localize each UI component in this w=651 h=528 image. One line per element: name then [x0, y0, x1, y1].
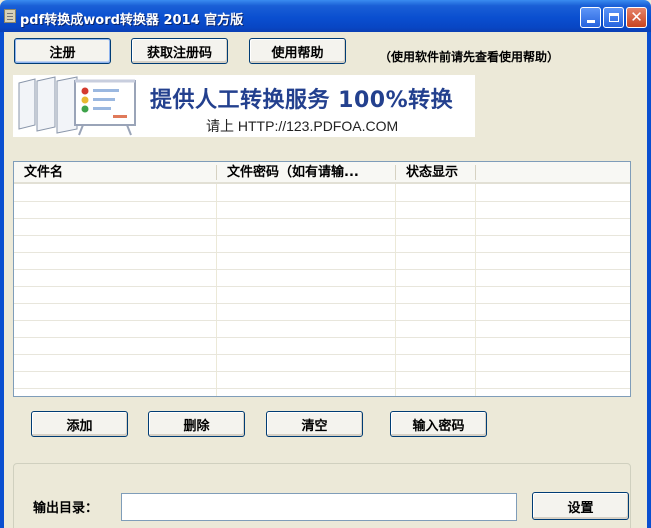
settings-button-label: 设置	[567, 500, 594, 516]
empty-row-line	[14, 201, 630, 202]
empty-row-line	[14, 286, 630, 287]
column-header-filename[interactable]: 文件名	[14, 162, 216, 182]
empty-row-line	[14, 235, 630, 236]
close-icon: ✕	[630, 8, 643, 26]
add-file-button[interactable]: 添加	[31, 411, 128, 437]
output-directory-input[interactable]	[121, 493, 517, 521]
empty-row-line	[14, 354, 630, 355]
minimize-button[interactable]	[580, 7, 601, 28]
register-button-label: 注册	[49, 45, 76, 61]
window-border-right	[647, 32, 651, 528]
empty-row-line	[14, 303, 630, 304]
empty-row-line	[14, 388, 630, 389]
empty-row-line	[14, 269, 630, 270]
register-button[interactable]: 注册	[14, 38, 111, 64]
help-button-label: 使用帮助	[271, 45, 324, 61]
get-registration-code-button[interactable]: 获取注册码	[131, 38, 228, 64]
ad-banner[interactable]: 提供人工转换服务 100%转换 请上 HTTP://123.PDFOA.COM	[13, 75, 475, 137]
clear-list-button[interactable]: 清空	[266, 411, 363, 437]
empty-row-line	[14, 218, 630, 219]
title-bar[interactable]: pdf转换成word转换器 2014 官方版 ✕	[0, 0, 651, 32]
file-list-header: 文件名 文件密码（如有请输... 状态显示	[14, 162, 630, 184]
delete-file-label: 删除	[183, 418, 210, 434]
empty-row-line	[14, 252, 630, 253]
app-icon	[4, 9, 16, 23]
file-list-body[interactable]	[14, 184, 630, 396]
close-button[interactable]: ✕	[626, 7, 647, 28]
column-header-status[interactable]: 状态显示	[396, 162, 474, 182]
add-file-label: 添加	[66, 418, 93, 434]
empty-row-line	[14, 337, 630, 338]
get-registration-code-label: 获取注册码	[146, 45, 212, 61]
delete-file-button[interactable]: 删除	[148, 411, 245, 437]
file-list[interactable]: 文件名 文件密码（如有请输... 状态显示	[13, 161, 631, 397]
help-hint: （使用软件前请先查看使用帮助）	[379, 50, 560, 64]
empty-row-line	[14, 371, 630, 372]
empty-row-line	[14, 320, 630, 321]
whiteboard-illustration	[13, 75, 143, 137]
grid-column-line	[216, 184, 217, 396]
banner-headline: 提供人工转换服务 100%转换	[150, 88, 454, 113]
clear-list-label: 清空	[301, 418, 328, 434]
column-header-password[interactable]: 文件密码（如有请输...	[217, 162, 395, 182]
column-divider[interactable]	[475, 165, 476, 180]
maximize-icon	[608, 13, 619, 22]
enter-password-button[interactable]: 输入密码	[390, 411, 487, 437]
help-button[interactable]: 使用帮助	[249, 38, 346, 64]
maximize-button[interactable]	[603, 7, 624, 28]
banner-url[interactable]: 请上 HTTP://123.PDFOA.COM	[206, 116, 398, 136]
grid-column-line	[475, 184, 476, 396]
settings-button[interactable]: 设置	[532, 492, 629, 520]
enter-password-label: 输入密码	[412, 418, 465, 434]
minimize-icon	[586, 20, 595, 23]
window-border-left	[0, 32, 4, 528]
window-title: pdf转换成word转换器 2014 官方版	[20, 13, 244, 28]
output-directory-label: 输出目录：	[33, 501, 99, 516]
grid-column-line	[395, 184, 396, 396]
